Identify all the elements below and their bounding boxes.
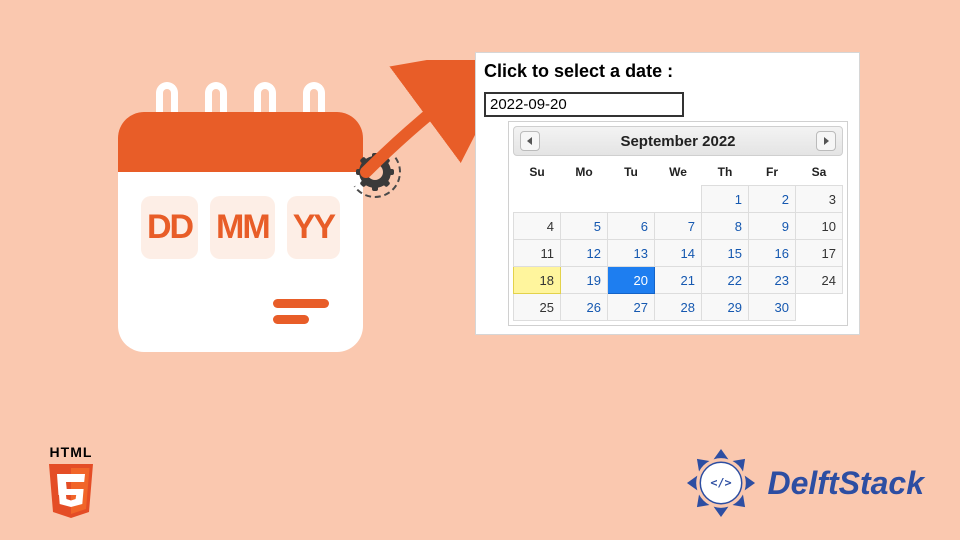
calendar-day-empty (655, 186, 702, 213)
calendar-day[interactable]: 23 (749, 267, 796, 294)
calendar-day[interactable]: 16 (749, 240, 796, 267)
calendar-day[interactable]: 22 (702, 267, 749, 294)
calendar-day[interactable]: 2 (749, 186, 796, 213)
html5-logo: HTML (36, 444, 106, 520)
weekday-header: Mo (561, 159, 608, 186)
calendar-day[interactable]: 14 (655, 240, 702, 267)
weekday-header: We (655, 159, 702, 186)
calendar-day[interactable]: 4 (514, 213, 561, 240)
calendar-day[interactable]: 15 (702, 240, 749, 267)
calendar-day[interactable]: 6 (608, 213, 655, 240)
medallion-icon: </> (684, 446, 758, 520)
panel-title: Click to select a date : (484, 61, 851, 82)
calendar-day[interactable]: 10 (796, 213, 843, 240)
calendar-day[interactable]: 3 (796, 186, 843, 213)
brand-name: DelftStack (768, 465, 925, 502)
calendar-day[interactable]: 30 (749, 294, 796, 321)
weekday-header: Tu (608, 159, 655, 186)
dd-tag: DD (141, 196, 198, 259)
calendar-day[interactable]: 9 (749, 213, 796, 240)
weekday-header: Th (702, 159, 749, 186)
calendar-day-empty (561, 186, 608, 213)
calendar-day[interactable]: 27 (608, 294, 655, 321)
picker-month-label: September 2022 (620, 133, 735, 150)
calendar-day[interactable]: 29 (702, 294, 749, 321)
calendar-day[interactable]: 13 (608, 240, 655, 267)
calendar-grid: SuMoTuWeThFrSa 1234567891011121314151617… (513, 159, 843, 321)
date-picker[interactable]: September 2022 SuMoTuWeThFrSa 1234567891… (508, 121, 848, 326)
chevron-left-icon (526, 137, 534, 145)
date-input[interactable] (484, 92, 684, 117)
calendar-day[interactable]: 28 (655, 294, 702, 321)
delftstack-logo: </> DelftStack (684, 446, 925, 520)
calendar-day[interactable]: 21 (655, 267, 702, 294)
calendar-day[interactable]: 8 (702, 213, 749, 240)
calendar-icon: DD MM YY (118, 92, 363, 362)
calendar-day[interactable]: 26 (561, 294, 608, 321)
calendar-day[interactable]: 5 (561, 213, 608, 240)
html5-shield-icon (45, 462, 97, 520)
weekday-header: Fr (749, 159, 796, 186)
calendar-day[interactable]: 17 (796, 240, 843, 267)
calendar-day[interactable]: 19 (561, 267, 608, 294)
prev-month-button[interactable] (520, 131, 540, 151)
calendar-day[interactable]: 24 (796, 267, 843, 294)
next-month-button[interactable] (816, 131, 836, 151)
calendar-day-empty (514, 186, 561, 213)
calendar-day-empty (796, 294, 843, 321)
chevron-right-icon (822, 137, 830, 145)
weekday-header: Sa (796, 159, 843, 186)
html5-label: HTML (36, 444, 106, 460)
picker-header: September 2022 (513, 126, 843, 156)
calendar-day[interactable]: 7 (655, 213, 702, 240)
yy-tag: YY (287, 196, 340, 259)
calendar-day-empty (608, 186, 655, 213)
calendar-day[interactable]: 25 (514, 294, 561, 321)
svg-text:</>: </> (710, 476, 731, 490)
gear-icon (353, 150, 397, 194)
calendar-day[interactable]: 11 (514, 240, 561, 267)
mm-tag: MM (210, 196, 275, 259)
calendar-day[interactable]: 1 (702, 186, 749, 213)
date-panel: Click to select a date : September 2022 … (475, 52, 860, 335)
calendar-day[interactable]: 12 (561, 240, 608, 267)
calendar-day[interactable]: 20 (608, 267, 655, 294)
calendar-day[interactable]: 18 (514, 267, 561, 294)
weekday-header: Su (514, 159, 561, 186)
